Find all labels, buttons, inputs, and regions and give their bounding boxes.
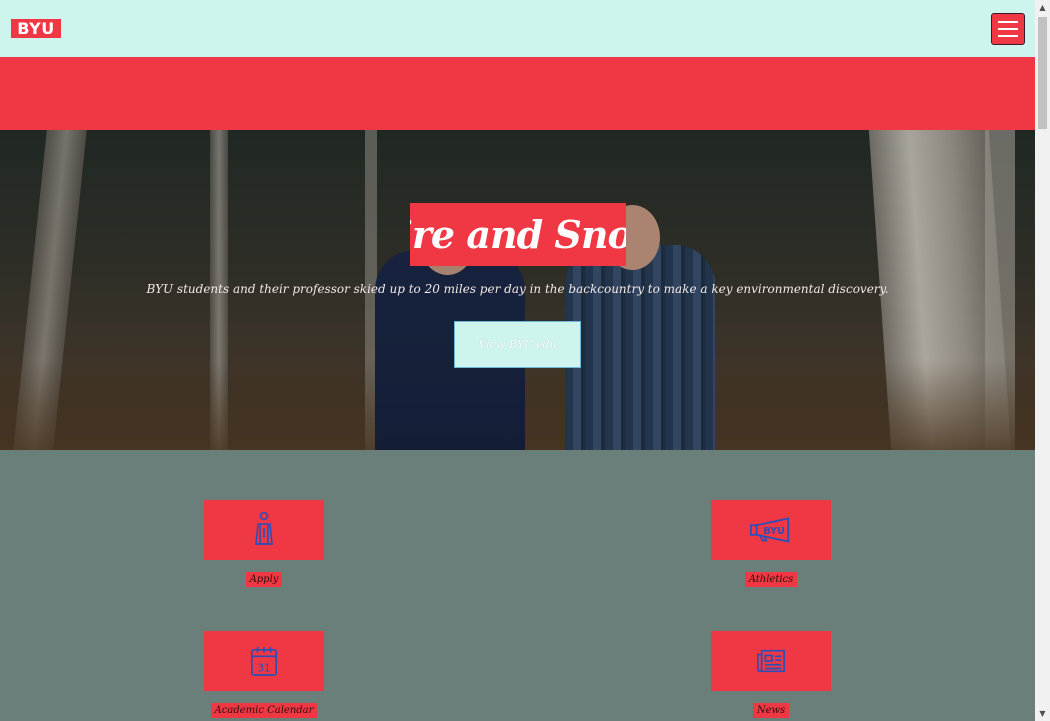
academic-calendar-label[interactable]: Academic Calendar — [210, 703, 318, 718]
scroll-up-arrow-icon[interactable]: ▲ — [1035, 0, 1050, 15]
quick-link-news[interactable]: News — [711, 631, 831, 718]
scroll-down-arrow-icon[interactable]: ▼ — [1035, 706, 1050, 721]
top-header: BYU — [0, 0, 1035, 57]
athletics-label[interactable]: Athletics — [744, 572, 798, 587]
byu-logo[interactable]: BYU — [11, 19, 61, 38]
megaphone-icon: BYU — [750, 517, 790, 543]
graduate-icon — [255, 511, 273, 545]
scrollbar-thumb[interactable] — [1038, 17, 1047, 129]
news-label[interactable]: News — [752, 703, 790, 718]
athletics-button[interactable]: BYU — [711, 500, 831, 560]
view-byu-button[interactable]: View BYU.edu — [454, 321, 581, 368]
hero-subtitle: BYU students and their professor skied u… — [146, 282, 889, 296]
menu-line — [998, 34, 1018, 37]
quick-link-apply[interactable]: Apply — [204, 500, 324, 587]
quick-links: Apply BYU Athletics 31 Academic Calendar… — [0, 450, 1035, 721]
calendar-day-text: 31 — [257, 662, 270, 674]
red-banner — [0, 57, 1035, 130]
academic-calendar-button[interactable]: 31 — [204, 631, 324, 691]
apply-label[interactable]: Apply — [245, 572, 283, 587]
calendar-icon: 31 — [251, 647, 277, 676]
apply-button[interactable] — [204, 500, 324, 560]
hero-title: Fire and Snow — [410, 203, 626, 266]
vertical-scrollbar[interactable]: ▲ ▼ — [1035, 0, 1050, 721]
quick-link-academic-calendar[interactable]: 31 Academic Calendar — [204, 631, 324, 718]
quick-link-athletics[interactable]: BYU Athletics — [711, 500, 831, 587]
menu-line — [998, 27, 1018, 30]
megaphone-text: BYU — [763, 526, 785, 537]
newspaper-icon — [757, 649, 785, 673]
menu-line — [998, 20, 1018, 23]
hamburger-menu-icon[interactable] — [991, 12, 1025, 45]
news-button[interactable] — [711, 631, 831, 691]
hero-section: Fire and Snow BYU students and their pro… — [0, 130, 1035, 450]
